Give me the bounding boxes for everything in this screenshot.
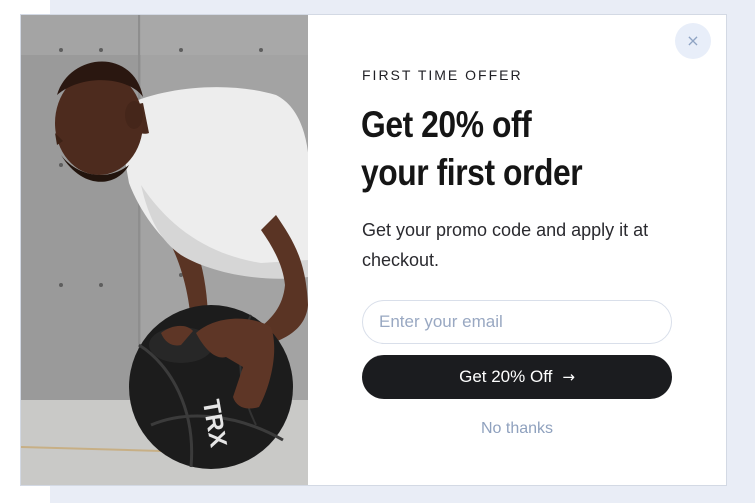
no-thanks-link[interactable]: No thanks xyxy=(362,420,672,438)
close-icon: × xyxy=(686,31,700,50)
offer-headline: Get 20% off your first order xyxy=(361,101,636,197)
offer-description: Get your promo code and apply it at chec… xyxy=(362,220,649,270)
headline-line-1: Get 20% off xyxy=(361,104,532,145)
promo-photo: TRX xyxy=(21,15,308,485)
headline-line-2: your first order xyxy=(361,152,583,193)
close-button[interactable]: × xyxy=(675,23,711,59)
promo-content: × FIRST TIME OFFER Get 20% off your firs… xyxy=(308,15,726,485)
cta-label: Get 20% Off xyxy=(459,367,553,386)
offer-eyebrow: FIRST TIME OFFER xyxy=(362,67,523,83)
arrow-right-icon: → xyxy=(562,368,575,386)
email-input[interactable] xyxy=(362,300,672,344)
promo-modal: TRX × FIRST TIME OFFER Get 20% off your … xyxy=(20,14,727,486)
get-discount-button[interactable]: Get 20% Off → xyxy=(362,355,672,399)
